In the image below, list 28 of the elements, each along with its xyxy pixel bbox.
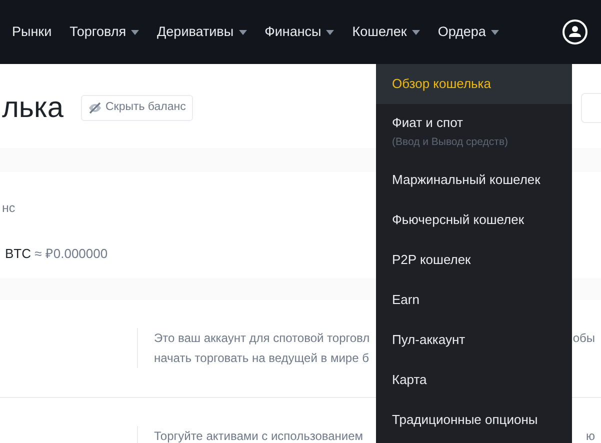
- wallet-menu-item[interactable]: Традиционные опционы: [376, 400, 572, 440]
- wallet-menu-item[interactable]: P2P кошелек: [376, 240, 572, 280]
- balance-label: нс: [2, 200, 16, 217]
- nav-menu-item[interactable]: Ордера: [438, 22, 499, 42]
- nav-menu-item[interactable]: Финансы: [264, 22, 334, 42]
- wallet-menu-item[interactable]: Маржинальный кошелек: [376, 160, 572, 200]
- user-icon[interactable]: [562, 19, 588, 45]
- balance-value: BTC ≈ ₽0.000000: [5, 245, 108, 263]
- wallet-menu-item[interactable]: Карта: [376, 360, 572, 400]
- wallet-menu-item[interactable]: Earn: [376, 280, 572, 320]
- wallet-menu-item[interactable]: Фиат и спот (Ввод и Вывод средств): [376, 104, 572, 160]
- nav-menu-item[interactable]: Рынки: [12, 22, 52, 42]
- account-description: ю: [586, 428, 595, 443]
- nav-menu-item[interactable]: Деривативы: [157, 22, 247, 42]
- wallet-menu-item[interactable]: Пул-аккаунт: [376, 320, 572, 360]
- nav-menu-item[interactable]: Торговля: [70, 22, 140, 42]
- wallet-menu-item[interactable]: Фьючерсный кошелек: [376, 200, 572, 240]
- account-description: начать торговать на ведущей в мире б: [154, 350, 369, 367]
- account-description: Торгуйте активами с использованием: [154, 428, 364, 443]
- account-description: Это ваш аккаунт для спотовой торговл: [154, 330, 370, 347]
- page-title: лька: [2, 94, 64, 122]
- hide-balance-button[interactable]: Скрыть баланс: [81, 95, 193, 121]
- eye-slash-icon: [88, 102, 102, 114]
- wallet-menu-item[interactable]: Обзор кошелька: [376, 64, 572, 104]
- account-description: обы: [572, 330, 595, 347]
- menu-item-label: Фиат и спот: [392, 114, 464, 132]
- menu-item-note: (Ввод и Вывод средств): [392, 135, 510, 150]
- nav-menu-item[interactable]: Кошелек: [352, 22, 420, 42]
